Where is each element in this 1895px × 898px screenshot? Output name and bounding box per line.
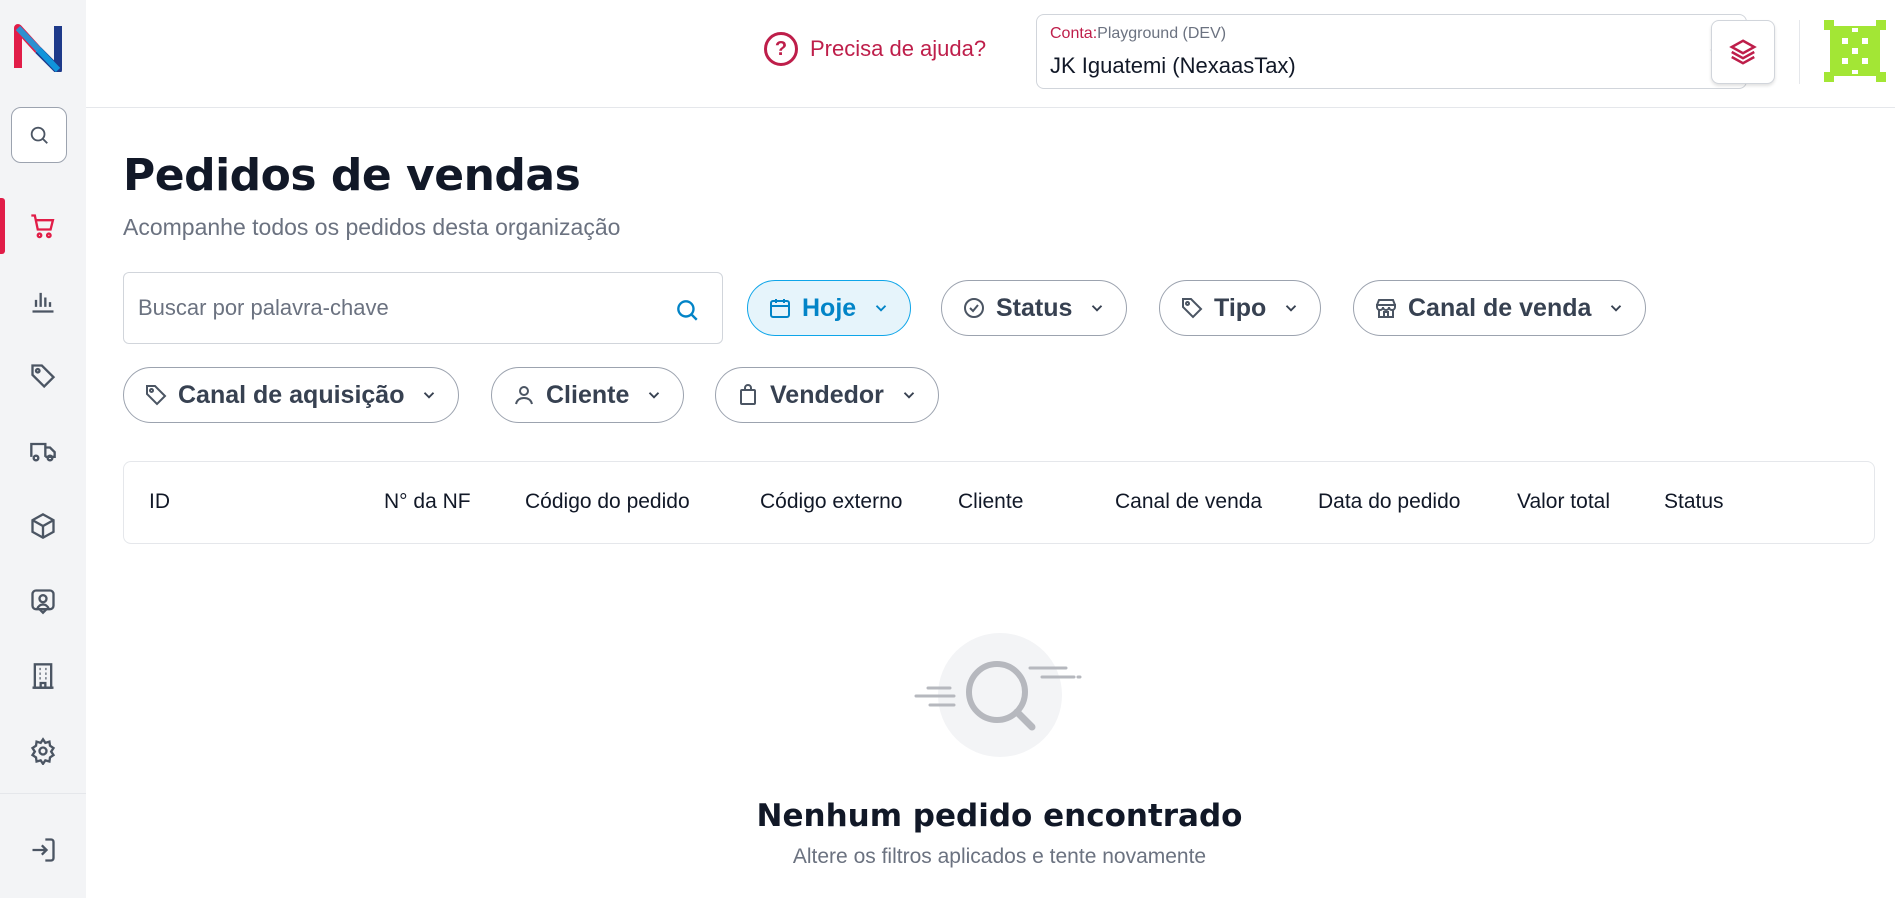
account-label: Conta:Playground (DEV) — [1050, 25, 1227, 42]
filter-status-label: Status — [996, 293, 1073, 322]
filter-sales-channel[interactable]: Canal de venda — [1353, 280, 1647, 336]
sidebar-search-button[interactable] — [11, 107, 67, 163]
sidebar-item-settings[interactable] — [0, 723, 86, 779]
filter-type[interactable]: Tipo — [1159, 280, 1322, 336]
calendar-icon — [770, 299, 790, 318]
filter-date-label: Hoje — [802, 293, 857, 322]
page-subtitle: Acompanhe todos os pedidos desta organiz… — [123, 214, 621, 240]
column-header[interactable]: ID — [149, 490, 170, 514]
sidebar-item-reports[interactable] — [0, 273, 86, 329]
chevron-down-icon — [903, 392, 915, 399]
column-header[interactable]: Valor total — [1517, 490, 1610, 514]
filter-sales-channel-label: Canal de venda — [1408, 293, 1592, 322]
help-link[interactable]: ? Precisa de ajuda? — [764, 32, 986, 66]
sidebar-item-organization[interactable] — [0, 648, 86, 704]
empty-state-title: Nenhum pedido encontrado — [756, 798, 1243, 834]
sidebar-item-inventory[interactable] — [0, 498, 86, 554]
bar-chart-icon — [32, 292, 54, 313]
filter-status[interactable]: Status — [941, 280, 1128, 336]
sidebar-item-orders[interactable] — [0, 198, 86, 254]
sidebar — [0, 0, 86, 898]
check-circle-icon — [964, 298, 984, 318]
building-icon — [32, 663, 54, 689]
avatar[interactable] — [1824, 20, 1886, 82]
sidebar-item-products[interactable] — [0, 348, 86, 404]
topbar-divider — [1799, 20, 1800, 84]
chevron-down-icon — [1611, 305, 1622, 312]
empty-search-illustration — [914, 633, 1082, 757]
sidebar-item-shipping[interactable] — [0, 423, 86, 479]
shopping-bag-icon — [740, 384, 756, 405]
tag-icon — [31, 364, 56, 389]
store-icon — [1376, 299, 1396, 318]
column-header[interactable]: Status — [1664, 490, 1724, 514]
account-selected-value: JK Iguatemi (NexaasTax) — [1050, 53, 1296, 78]
chevron-down-icon — [424, 392, 435, 399]
tag-icon — [1182, 298, 1203, 319]
filter-customer-label: Cliente — [546, 380, 630, 409]
page-title: Pedidos de vendas — [123, 150, 581, 201]
search-icon[interactable] — [674, 297, 700, 323]
column-header[interactable]: Cliente — [958, 490, 1023, 514]
chevron-down-icon — [876, 305, 887, 312]
layers-icon — [1729, 39, 1757, 65]
column-header[interactable]: Data do pedido — [1318, 490, 1460, 514]
column-header[interactable]: N° da NF — [384, 490, 471, 514]
contact-icon — [31, 589, 55, 615]
help-icon: ? — [764, 32, 798, 66]
tag-icon — [146, 385, 167, 406]
truck-icon — [30, 442, 56, 462]
sidebar-divider — [0, 793, 86, 794]
sidebar-item-contacts[interactable] — [0, 573, 86, 629]
filter-date[interactable]: Hoje — [747, 280, 912, 336]
filter-seller-label: Vendedor — [770, 380, 884, 409]
box-icon — [31, 512, 55, 540]
column-header[interactable]: Canal de venda — [1115, 490, 1262, 514]
column-header[interactable]: Código externo — [760, 490, 902, 514]
empty-state-subtitle: Altere os filtros aplicados e tente nova… — [792, 845, 1207, 868]
gear-icon — [30, 737, 56, 765]
account-select[interactable]: Conta:Playground (DEV) JK Iguatemi (Nexa… — [1036, 14, 1747, 89]
filter-acquisition-channel-label: Canal de aquisição — [178, 380, 405, 409]
filter-acquisition-channel[interactable]: Canal de aquisição — [123, 367, 460, 423]
orders-table-header: ID N° da NF Código do pedido Código exte… — [123, 461, 1875, 544]
column-header[interactable]: Código do pedido — [525, 490, 690, 514]
cart-icon — [31, 214, 55, 239]
user-icon — [515, 386, 533, 405]
chevron-down-icon — [649, 392, 660, 399]
filter-type-label: Tipo — [1214, 293, 1267, 322]
help-label: Precisa de ajuda? — [810, 36, 987, 61]
layers-button[interactable] — [1711, 20, 1775, 84]
filter-seller[interactable]: Vendedor — [715, 367, 939, 423]
topbar: ? Precisa de ajuda? Conta:Playground (DE… — [86, 0, 1895, 108]
app-logo[interactable] — [14, 20, 62, 72]
search-input[interactable] — [138, 291, 658, 325]
search-icon — [30, 126, 48, 144]
search-box — [123, 272, 723, 344]
chevron-down-icon — [1092, 305, 1103, 312]
filter-customer[interactable]: Cliente — [491, 367, 685, 423]
chevron-down-icon — [1286, 305, 1297, 312]
